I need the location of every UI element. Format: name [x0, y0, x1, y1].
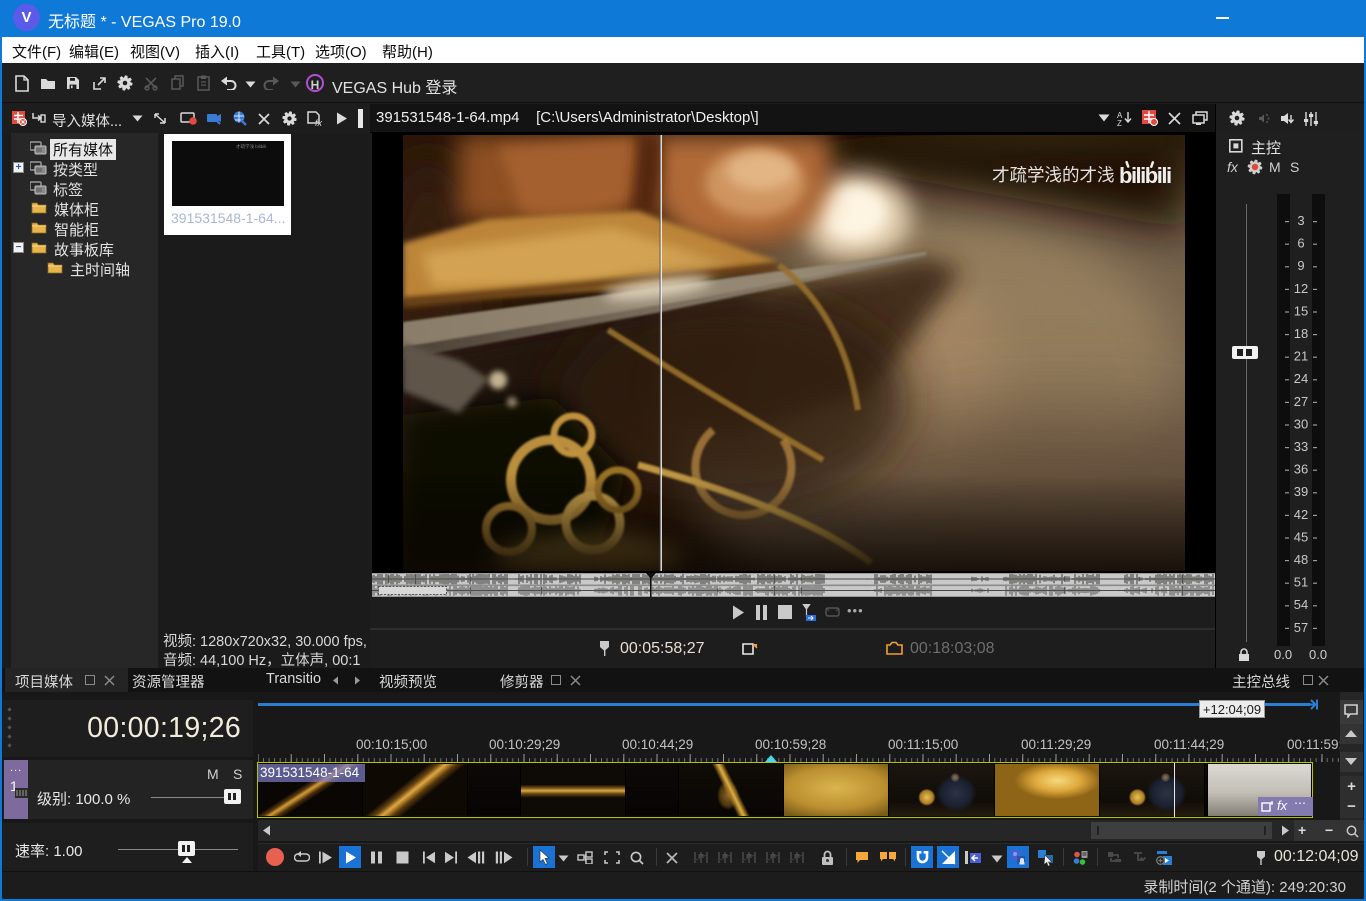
svg-text:36: 36: [1294, 462, 1308, 477]
svg-text:12: 12: [1294, 281, 1308, 296]
svg-text:18: 18: [1294, 326, 1308, 341]
svg-text:才疏学浅的才浅: 才疏学浅的才浅: [992, 165, 1115, 185]
svg-text:51: 51: [1294, 575, 1308, 590]
svg-text:bilibili: bilibili: [1119, 163, 1171, 188]
svg-text:9: 9: [1297, 258, 1304, 273]
svg-text:42: 42: [1294, 507, 1308, 522]
svg-text:48: 48: [1294, 552, 1308, 567]
svg-text:24: 24: [1294, 371, 1308, 386]
svg-text:15: 15: [1294, 303, 1308, 318]
svg-text:6: 6: [1297, 236, 1304, 251]
svg-text:57: 57: [1294, 620, 1308, 635]
svg-text:3: 3: [1297, 213, 1304, 228]
svg-text:33: 33: [1294, 439, 1308, 454]
svg-text:Z: Z: [1117, 119, 1122, 126]
svg-text:54: 54: [1294, 597, 1308, 612]
svg-text:27: 27: [1294, 394, 1308, 409]
svg-text:39: 39: [1294, 484, 1308, 499]
svg-text:fx: fx: [315, 118, 323, 127]
svg-text:45: 45: [1294, 529, 1308, 544]
svg-text:30: 30: [1294, 416, 1308, 431]
svg-text:21: 21: [1294, 349, 1308, 364]
